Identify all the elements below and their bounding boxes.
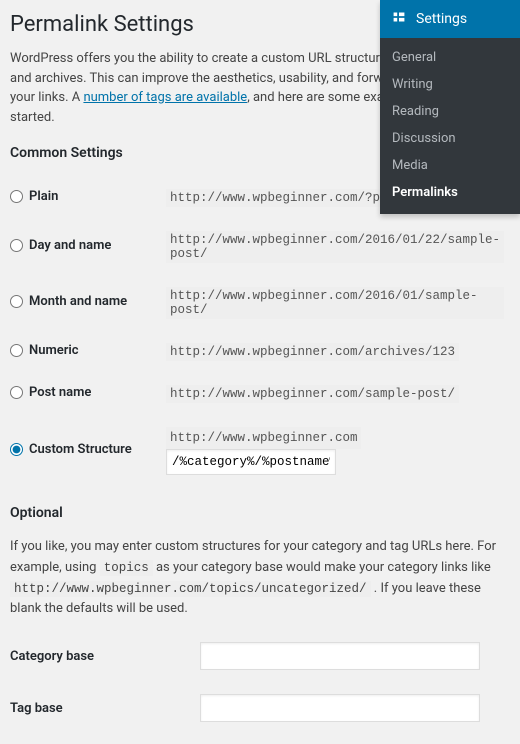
optional-heading: Optional	[10, 505, 504, 521]
optional-table: Category base Tag base	[10, 630, 504, 734]
radio-dayname[interactable]	[10, 239, 23, 252]
tag-base-row: Tag base	[10, 682, 504, 734]
option-postname[interactable]: Post name	[10, 385, 91, 400]
flyout-item-writing[interactable]: Writing	[380, 71, 520, 98]
flyout-header[interactable]: Settings	[380, 0, 520, 38]
option-monthname-label: Month and name	[29, 294, 127, 309]
custom-structure-input[interactable]	[166, 449, 336, 475]
settings-icon	[390, 8, 408, 30]
option-numeric-label: Numeric	[29, 343, 79, 358]
option-numeric[interactable]: Numeric	[10, 343, 79, 358]
category-base-input[interactable]	[200, 642, 480, 670]
flyout-item-discussion[interactable]: Discussion	[380, 125, 520, 152]
option-postname-url: http://www.wpbeginner.com/sample-post/	[166, 385, 459, 403]
option-monthname[interactable]: Month and name	[10, 294, 127, 309]
option-postname-label: Post name	[29, 385, 91, 400]
option-row-dayname: Day and name http://www.wpbeginner.com/2…	[10, 219, 504, 275]
option-plain-url: http://www.wpbeginner.com/?p=123	[166, 189, 414, 207]
option-row-monthname: Month and name http://www.wpbeginner.com…	[10, 275, 504, 331]
settings-flyout: Settings GeneralWritingReadingDiscussion…	[380, 0, 520, 214]
flyout-item-reading[interactable]: Reading	[380, 98, 520, 125]
optional-description: If you like, you may enter custom struct…	[10, 537, 504, 620]
flyout-body: GeneralWritingReadingDiscussionMediaPerm…	[380, 38, 520, 214]
optional-desc-mid: as your category base would make your ca…	[153, 560, 491, 575]
option-plain-label: Plain	[29, 189, 58, 204]
optional-code-topics: topics	[100, 560, 153, 576]
option-monthname-url: http://www.wpbeginner.com/2016/01/sample…	[166, 287, 504, 319]
option-custom[interactable]: Custom Structure	[10, 442, 132, 457]
option-row-numeric: Numeric http://www.wpbeginner.com/archiv…	[10, 331, 504, 373]
category-base-row: Category base	[10, 630, 504, 682]
tag-base-label: Tag base	[10, 682, 200, 734]
radio-plain[interactable]	[10, 190, 23, 203]
option-custom-base: http://www.wpbeginner.com	[166, 427, 362, 449]
radio-monthname[interactable]	[10, 295, 23, 308]
flyout-header-label: Settings	[416, 11, 467, 27]
option-dayname[interactable]: Day and name	[10, 238, 111, 253]
option-dayname-label: Day and name	[29, 238, 111, 253]
optional-code-example-url: http://www.wpbeginner.com/topics/uncateg…	[10, 581, 371, 597]
radio-numeric[interactable]	[10, 344, 23, 357]
option-row-custom: Custom Structure http://www.wpbeginner.c…	[10, 415, 504, 487]
option-plain[interactable]: Plain	[10, 189, 58, 204]
flyout-item-permalinks[interactable]: Permalinks	[380, 179, 520, 206]
flyout-item-media[interactable]: Media	[380, 152, 520, 179]
option-custom-label: Custom Structure	[29, 442, 132, 457]
radio-custom[interactable]	[10, 443, 23, 456]
radio-postname[interactable]	[10, 386, 23, 399]
option-row-postname: Post name http://www.wpbeginner.com/samp…	[10, 373, 504, 415]
option-dayname-url: http://www.wpbeginner.com/2016/01/22/sam…	[166, 231, 504, 263]
flyout-item-general[interactable]: General	[380, 44, 520, 71]
option-numeric-url: http://www.wpbeginner.com/archives/123	[166, 343, 459, 361]
category-base-label: Category base	[10, 630, 200, 682]
tag-base-input[interactable]	[200, 694, 480, 722]
permalink-options-table: Plain http://www.wpbeginner.com/?p=123 D…	[10, 177, 504, 487]
tags-available-link[interactable]: number of tags are available	[83, 90, 247, 105]
